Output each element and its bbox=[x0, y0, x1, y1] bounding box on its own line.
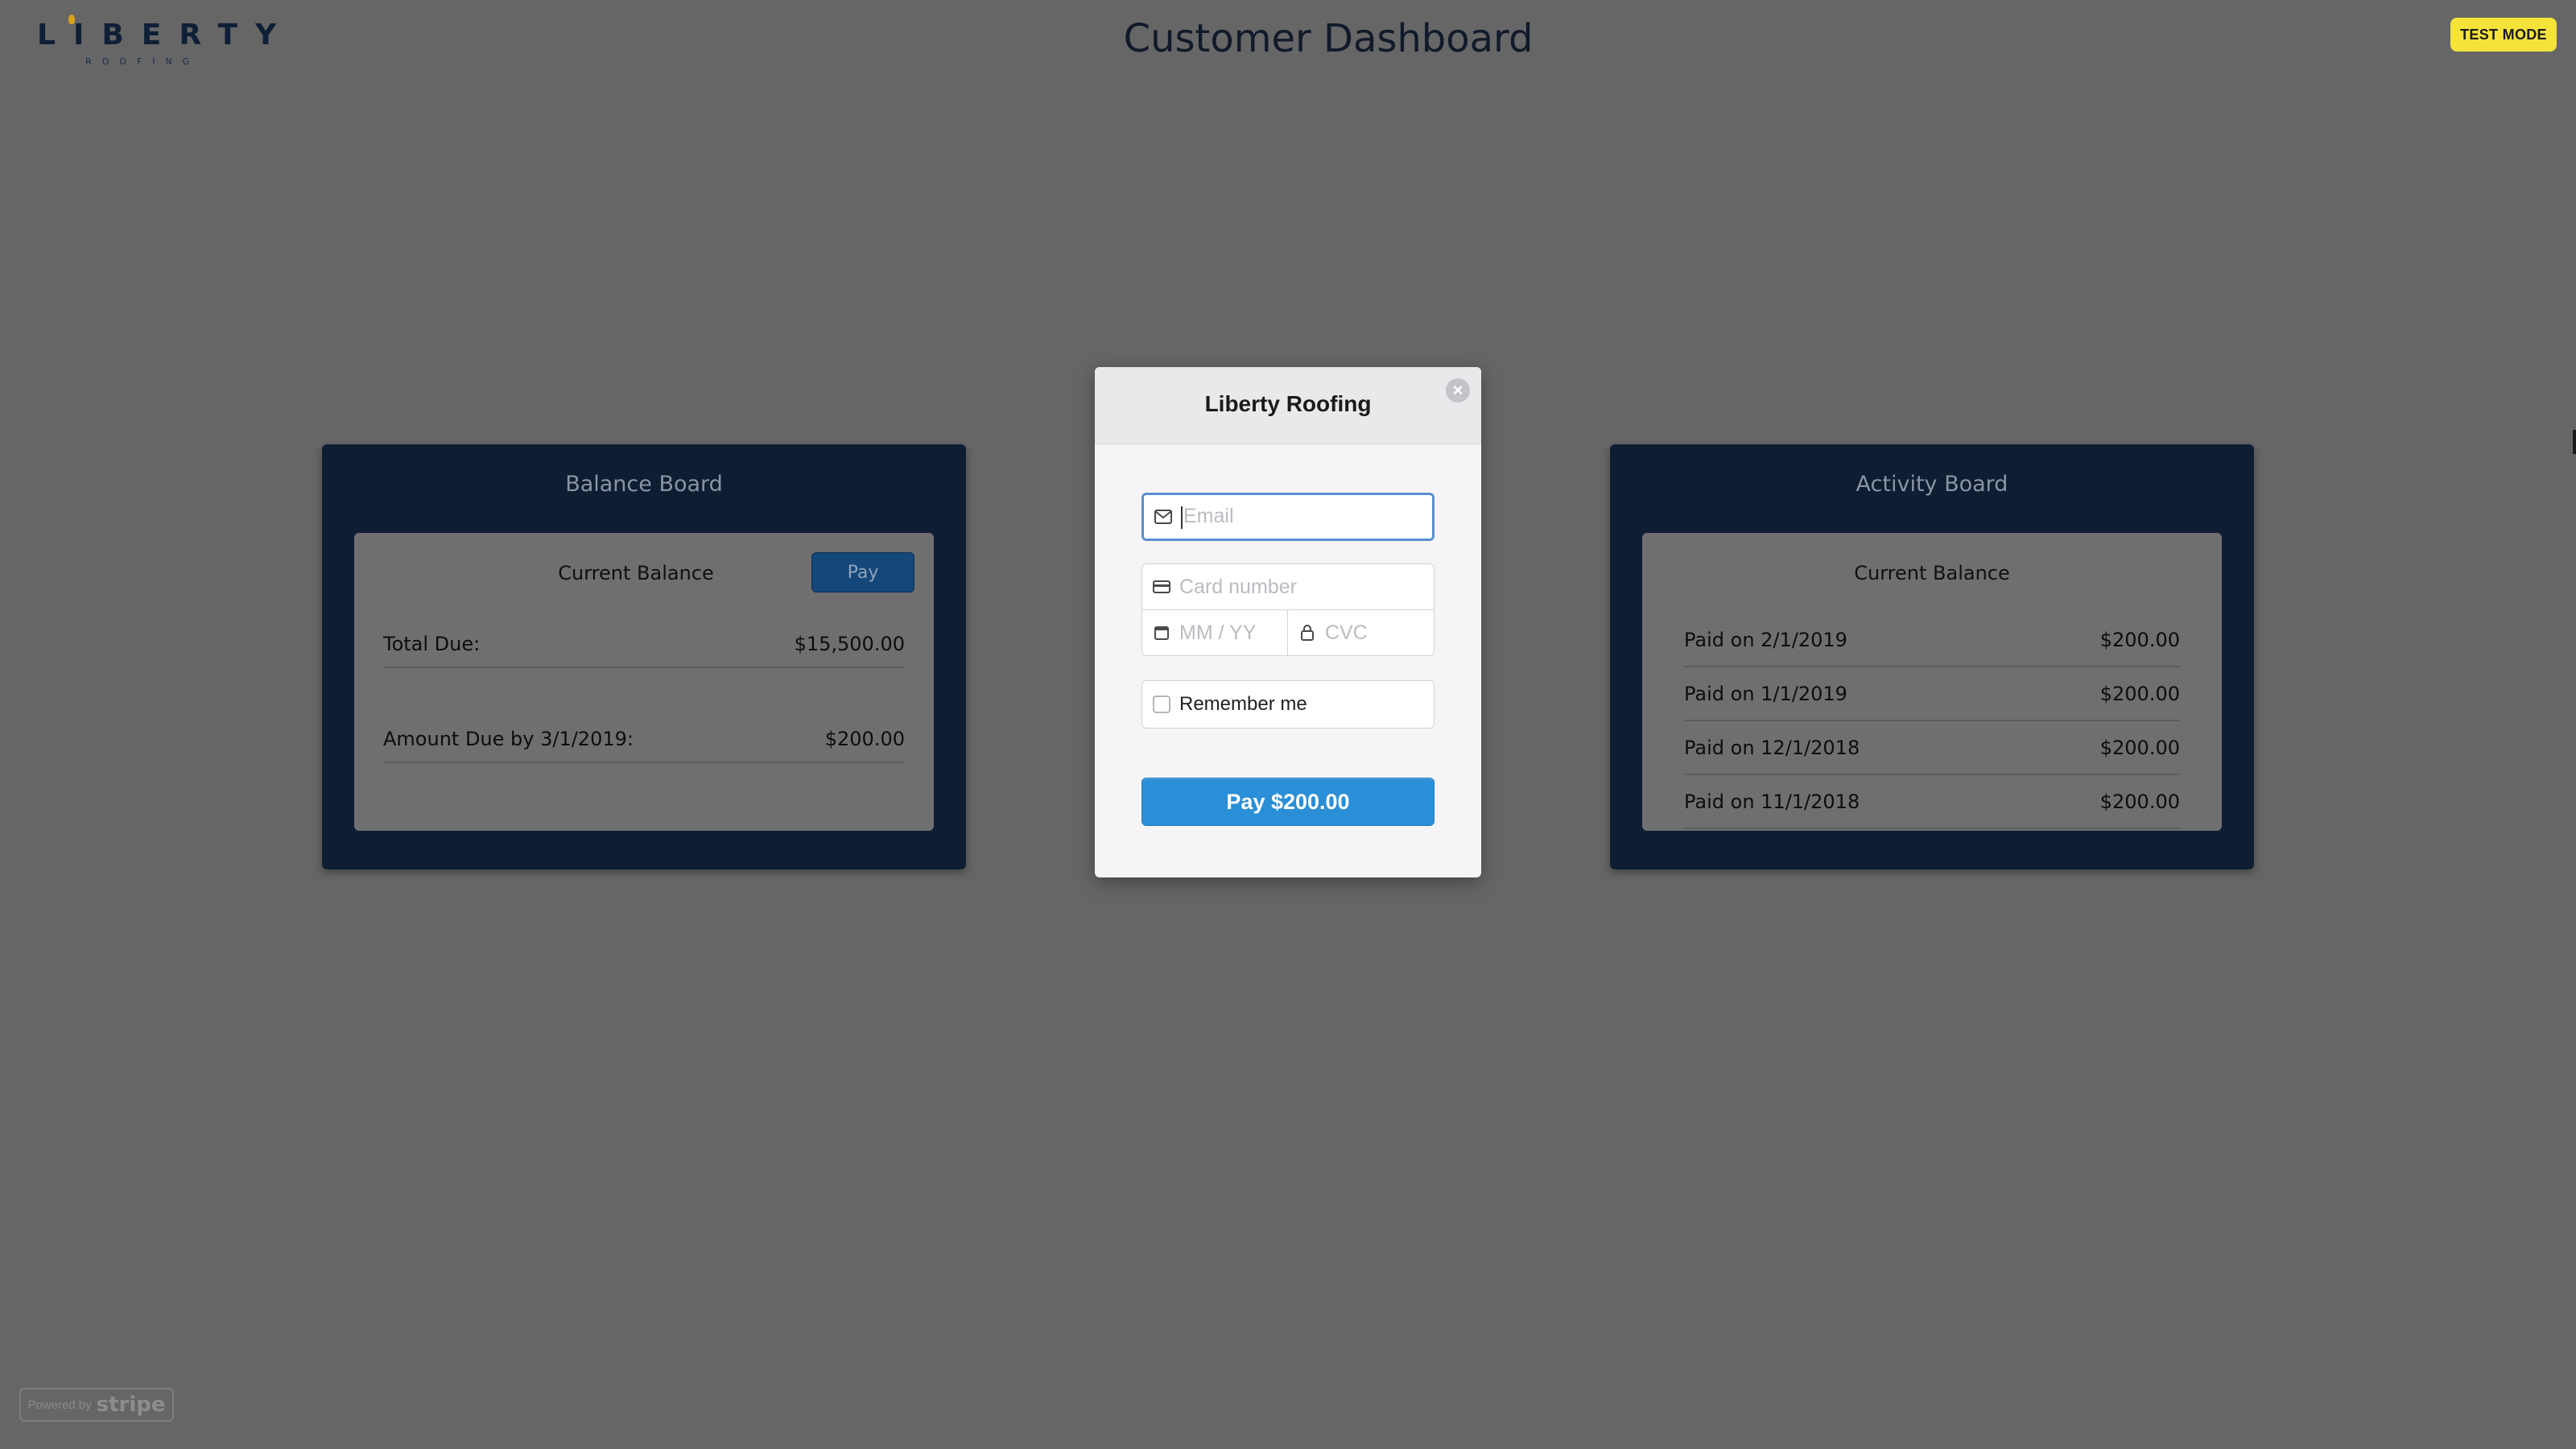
card-number-field[interactable]: Card number bbox=[1141, 564, 1435, 610]
balance-board: Balance Board Current Balance Pay Total … bbox=[322, 444, 966, 869]
powered-by-label: Powered by bbox=[27, 1397, 92, 1412]
amount-due-row: Amount Due by 3/1/2019: $200.00 bbox=[383, 716, 905, 763]
total-due-value: $15,500.00 bbox=[794, 633, 905, 655]
activity-label: Paid on 2/1/2019 bbox=[1684, 628, 1847, 651]
submit-payment-button[interactable]: Pay $200.00 bbox=[1141, 778, 1435, 826]
cvc-field[interactable]: CVC bbox=[1287, 609, 1435, 656]
test-mode-badge: TEST MODE bbox=[2450, 18, 2557, 52]
card-number-placeholder: Card number bbox=[1179, 575, 1297, 598]
checkout-header: Liberty Roofing × bbox=[1095, 367, 1481, 444]
checkout-modal: Liberty Roofing × Email Card number MM /… bbox=[1095, 367, 1481, 877]
page-title: Customer Dashboard bbox=[1123, 16, 1534, 61]
lock-icon bbox=[1288, 610, 1322, 655]
activity-label: Paid on 11/1/2018 bbox=[1684, 790, 1860, 813]
remember-me-label: Remember me bbox=[1179, 693, 1307, 715]
email-field[interactable]: Email bbox=[1141, 493, 1435, 541]
amount-due-label: Amount Due by 3/1/2019: bbox=[383, 728, 634, 750]
expiry-placeholder: MM / YY bbox=[1179, 621, 1257, 644]
text-caret bbox=[1181, 506, 1183, 529]
list-item: Paid on 1/1/2019 $200.00 bbox=[1684, 667, 2180, 721]
balance-board-title: Balance Board bbox=[565, 472, 723, 497]
close-icon[interactable]: × bbox=[1446, 378, 1470, 402]
calendar-icon bbox=[1142, 610, 1176, 655]
mouse-cursor bbox=[2573, 430, 2576, 454]
activity-board: Activity Board Current Balance Paid on 2… bbox=[1610, 444, 2254, 869]
activity-amount: $200.00 bbox=[2099, 682, 2180, 705]
checkbox-wrapper bbox=[1142, 681, 1176, 728]
list-item: Paid on 12/1/2018 $200.00 bbox=[1684, 721, 2180, 775]
activity-amount: $200.00 bbox=[2099, 628, 2180, 651]
list-item: Paid on 2/1/2019 $200.00 bbox=[1684, 613, 2180, 667]
total-due-row: Total Due: $15,500.00 bbox=[383, 621, 905, 668]
powered-by-stripe-link[interactable]: Powered by stripe bbox=[19, 1388, 174, 1422]
balance-board-panel: Current Balance Pay Total Due: $15,500.0… bbox=[354, 533, 934, 831]
activity-label: Paid on 12/1/2018 bbox=[1684, 736, 1860, 759]
remember-me-toggle[interactable]: Remember me bbox=[1141, 680, 1435, 729]
envelope-icon bbox=[1144, 495, 1178, 539]
amount-due-value: $200.00 bbox=[824, 728, 905, 750]
activity-heading: Current Balance bbox=[1854, 562, 2010, 584]
activity-label: Paid on 1/1/2019 bbox=[1684, 682, 1847, 705]
pay-button[interactable]: Pay bbox=[811, 552, 914, 592]
email-placeholder: Email bbox=[1183, 505, 1234, 528]
checkout-title: Liberty Roofing bbox=[1204, 391, 1372, 416]
cvc-placeholder: CVC bbox=[1325, 621, 1368, 644]
stripe-brand: stripe bbox=[96, 1393, 166, 1417]
activity-board-panel: Current Balance Paid on 2/1/2019 $200.00… bbox=[1642, 533, 2222, 831]
credit-card-icon bbox=[1142, 564, 1176, 609]
activity-amount: $200.00 bbox=[2099, 736, 2180, 759]
total-due-label: Total Due: bbox=[383, 633, 481, 655]
remember-me-checkbox[interactable] bbox=[1153, 696, 1170, 713]
list-item: Paid on 11/1/2018 $200.00 bbox=[1684, 775, 2180, 829]
activity-amount: $200.00 bbox=[2099, 790, 2180, 813]
activity-list: Paid on 2/1/2019 $200.00 Paid on 1/1/201… bbox=[1684, 613, 2180, 829]
activity-board-title: Activity Board bbox=[1856, 472, 2008, 497]
expiry-field[interactable]: MM / YY bbox=[1141, 609, 1288, 656]
